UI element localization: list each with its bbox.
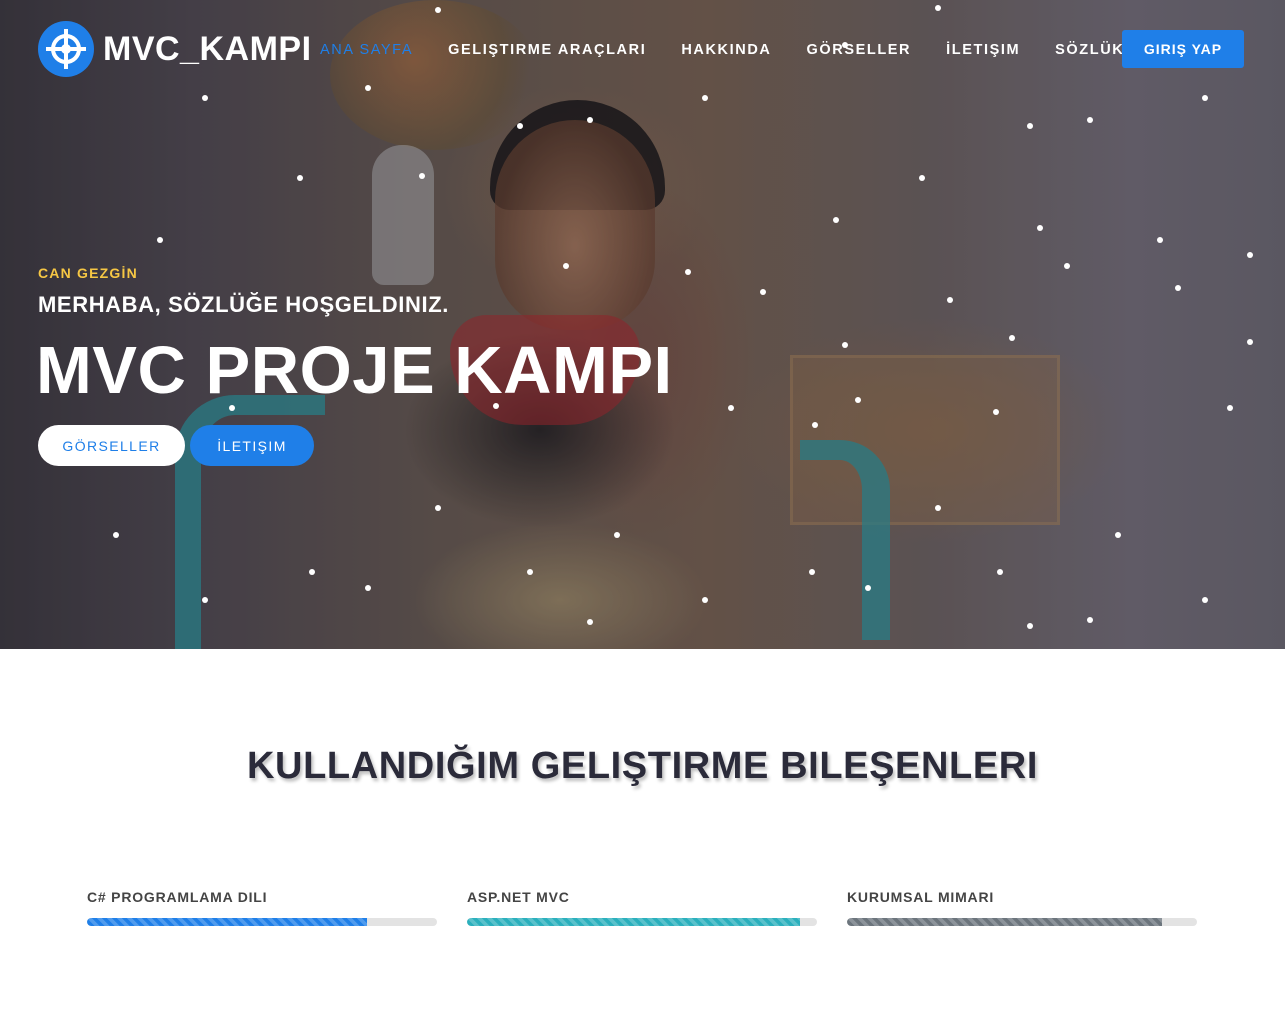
skill-label: ASP.NET MVC bbox=[467, 889, 570, 905]
hero-welcome-text: MERHABA, SÖZLÜĞE HOŞGELDINIZ. bbox=[38, 292, 449, 317]
hero-title: MVC PROJE KAMPI bbox=[36, 333, 673, 408]
snow-dot bbox=[563, 263, 569, 269]
snow-dot bbox=[1027, 123, 1033, 129]
skill-label: KURUMSAL MIMARI bbox=[847, 889, 995, 905]
snow-dot bbox=[919, 175, 925, 181]
snow-dot bbox=[997, 569, 1003, 575]
skill-item: KURUMSAL MIMARI bbox=[847, 889, 1197, 926]
skill-progress-fill bbox=[847, 918, 1162, 926]
snow-dot bbox=[157, 237, 163, 243]
snow-dot bbox=[1037, 225, 1043, 231]
nav-item-contact[interactable]: İLETIŞIM bbox=[946, 40, 1020, 60]
snow-dot bbox=[1175, 285, 1181, 291]
snow-dot bbox=[935, 505, 941, 511]
snow-dot bbox=[435, 505, 441, 511]
contact-button[interactable]: İLETIŞIM bbox=[190, 425, 314, 466]
snow-dot bbox=[1247, 252, 1253, 258]
nav-item-dictionary[interactable]: SÖZLÜK bbox=[1055, 40, 1124, 60]
snow-dot bbox=[614, 532, 620, 538]
snow-dot bbox=[760, 289, 766, 295]
skill-progress-fill bbox=[87, 918, 367, 926]
login-button[interactable]: GIRIŞ YAP bbox=[1122, 30, 1244, 68]
gallery-button[interactable]: GÖRSELLER bbox=[38, 425, 185, 466]
snow-dot bbox=[1247, 339, 1253, 345]
snow-dot bbox=[702, 95, 708, 101]
snow-dot bbox=[935, 5, 941, 11]
hero-overlay bbox=[0, 0, 1285, 649]
nav-item-dev-tools[interactable]: GELIŞTIRME ARAÇLARI bbox=[448, 40, 646, 60]
snow-dot bbox=[728, 405, 734, 411]
nav-item-home[interactable]: ANA SAYFA bbox=[320, 40, 413, 60]
skill-progress-fill bbox=[467, 918, 800, 926]
snow-dot bbox=[1157, 237, 1163, 243]
skill-progress-bar bbox=[467, 918, 817, 926]
nav-item-gallery[interactable]: GÖRSELLER bbox=[806, 40, 911, 60]
brand-logo[interactable]: MVC_KAMPI bbox=[38, 21, 312, 77]
snow-dot bbox=[587, 619, 593, 625]
snow-dot bbox=[587, 117, 593, 123]
skill-label: C# PROGRAMLAMA DILI bbox=[87, 889, 268, 905]
snow-dot bbox=[517, 123, 523, 129]
snow-dot bbox=[113, 532, 119, 538]
snow-dot bbox=[365, 85, 371, 91]
snow-dot bbox=[1202, 597, 1208, 603]
snow-dot bbox=[309, 569, 315, 575]
skill-progress-bar bbox=[87, 918, 437, 926]
snow-dot bbox=[419, 173, 425, 179]
snow-dot bbox=[809, 569, 815, 575]
snow-dot bbox=[865, 585, 871, 591]
snow-dot bbox=[202, 95, 208, 101]
snow-dot bbox=[812, 422, 818, 428]
hero-subtitle: CAN GEZGİN bbox=[38, 265, 138, 281]
snow-dot bbox=[993, 409, 999, 415]
snow-dot bbox=[855, 397, 861, 403]
crosshair-icon bbox=[38, 21, 94, 77]
snow-dot bbox=[365, 585, 371, 591]
skill-item: ASP.NET MVC bbox=[467, 889, 817, 926]
snow-dot bbox=[842, 342, 848, 348]
skill-progress-bar bbox=[847, 918, 1197, 926]
snow-dot bbox=[1027, 623, 1033, 629]
snow-dot bbox=[297, 175, 303, 181]
snow-dot bbox=[1115, 532, 1121, 538]
snow-dot bbox=[1064, 263, 1070, 269]
snow-dot bbox=[1227, 405, 1233, 411]
snow-dot bbox=[947, 297, 953, 303]
skill-item: C# PROGRAMLAMA DILI bbox=[87, 889, 437, 926]
snow-dot bbox=[435, 7, 441, 13]
snow-dot bbox=[1087, 117, 1093, 123]
snow-dot bbox=[685, 269, 691, 275]
snow-dot bbox=[527, 569, 533, 575]
skills-section-title: KULLANDIĞIM GELIŞTIRME BILEŞENLERI bbox=[247, 745, 1038, 787]
main-nav: ANA SAYFA GELIŞTIRME ARAÇLARI HAKKINDA G… bbox=[320, 40, 1124, 60]
nav-item-about[interactable]: HAKKINDA bbox=[681, 40, 771, 60]
hero-banner: MVC_KAMPI ANA SAYFA GELIŞTIRME ARAÇLARI … bbox=[0, 0, 1285, 649]
snow-dot bbox=[1087, 617, 1093, 623]
snow-dot bbox=[833, 217, 839, 223]
snow-dot bbox=[202, 597, 208, 603]
brand-name: MVC_KAMPI bbox=[103, 29, 312, 68]
snow-dot bbox=[1202, 95, 1208, 101]
snow-dot bbox=[702, 597, 708, 603]
snow-dot bbox=[1009, 335, 1015, 341]
